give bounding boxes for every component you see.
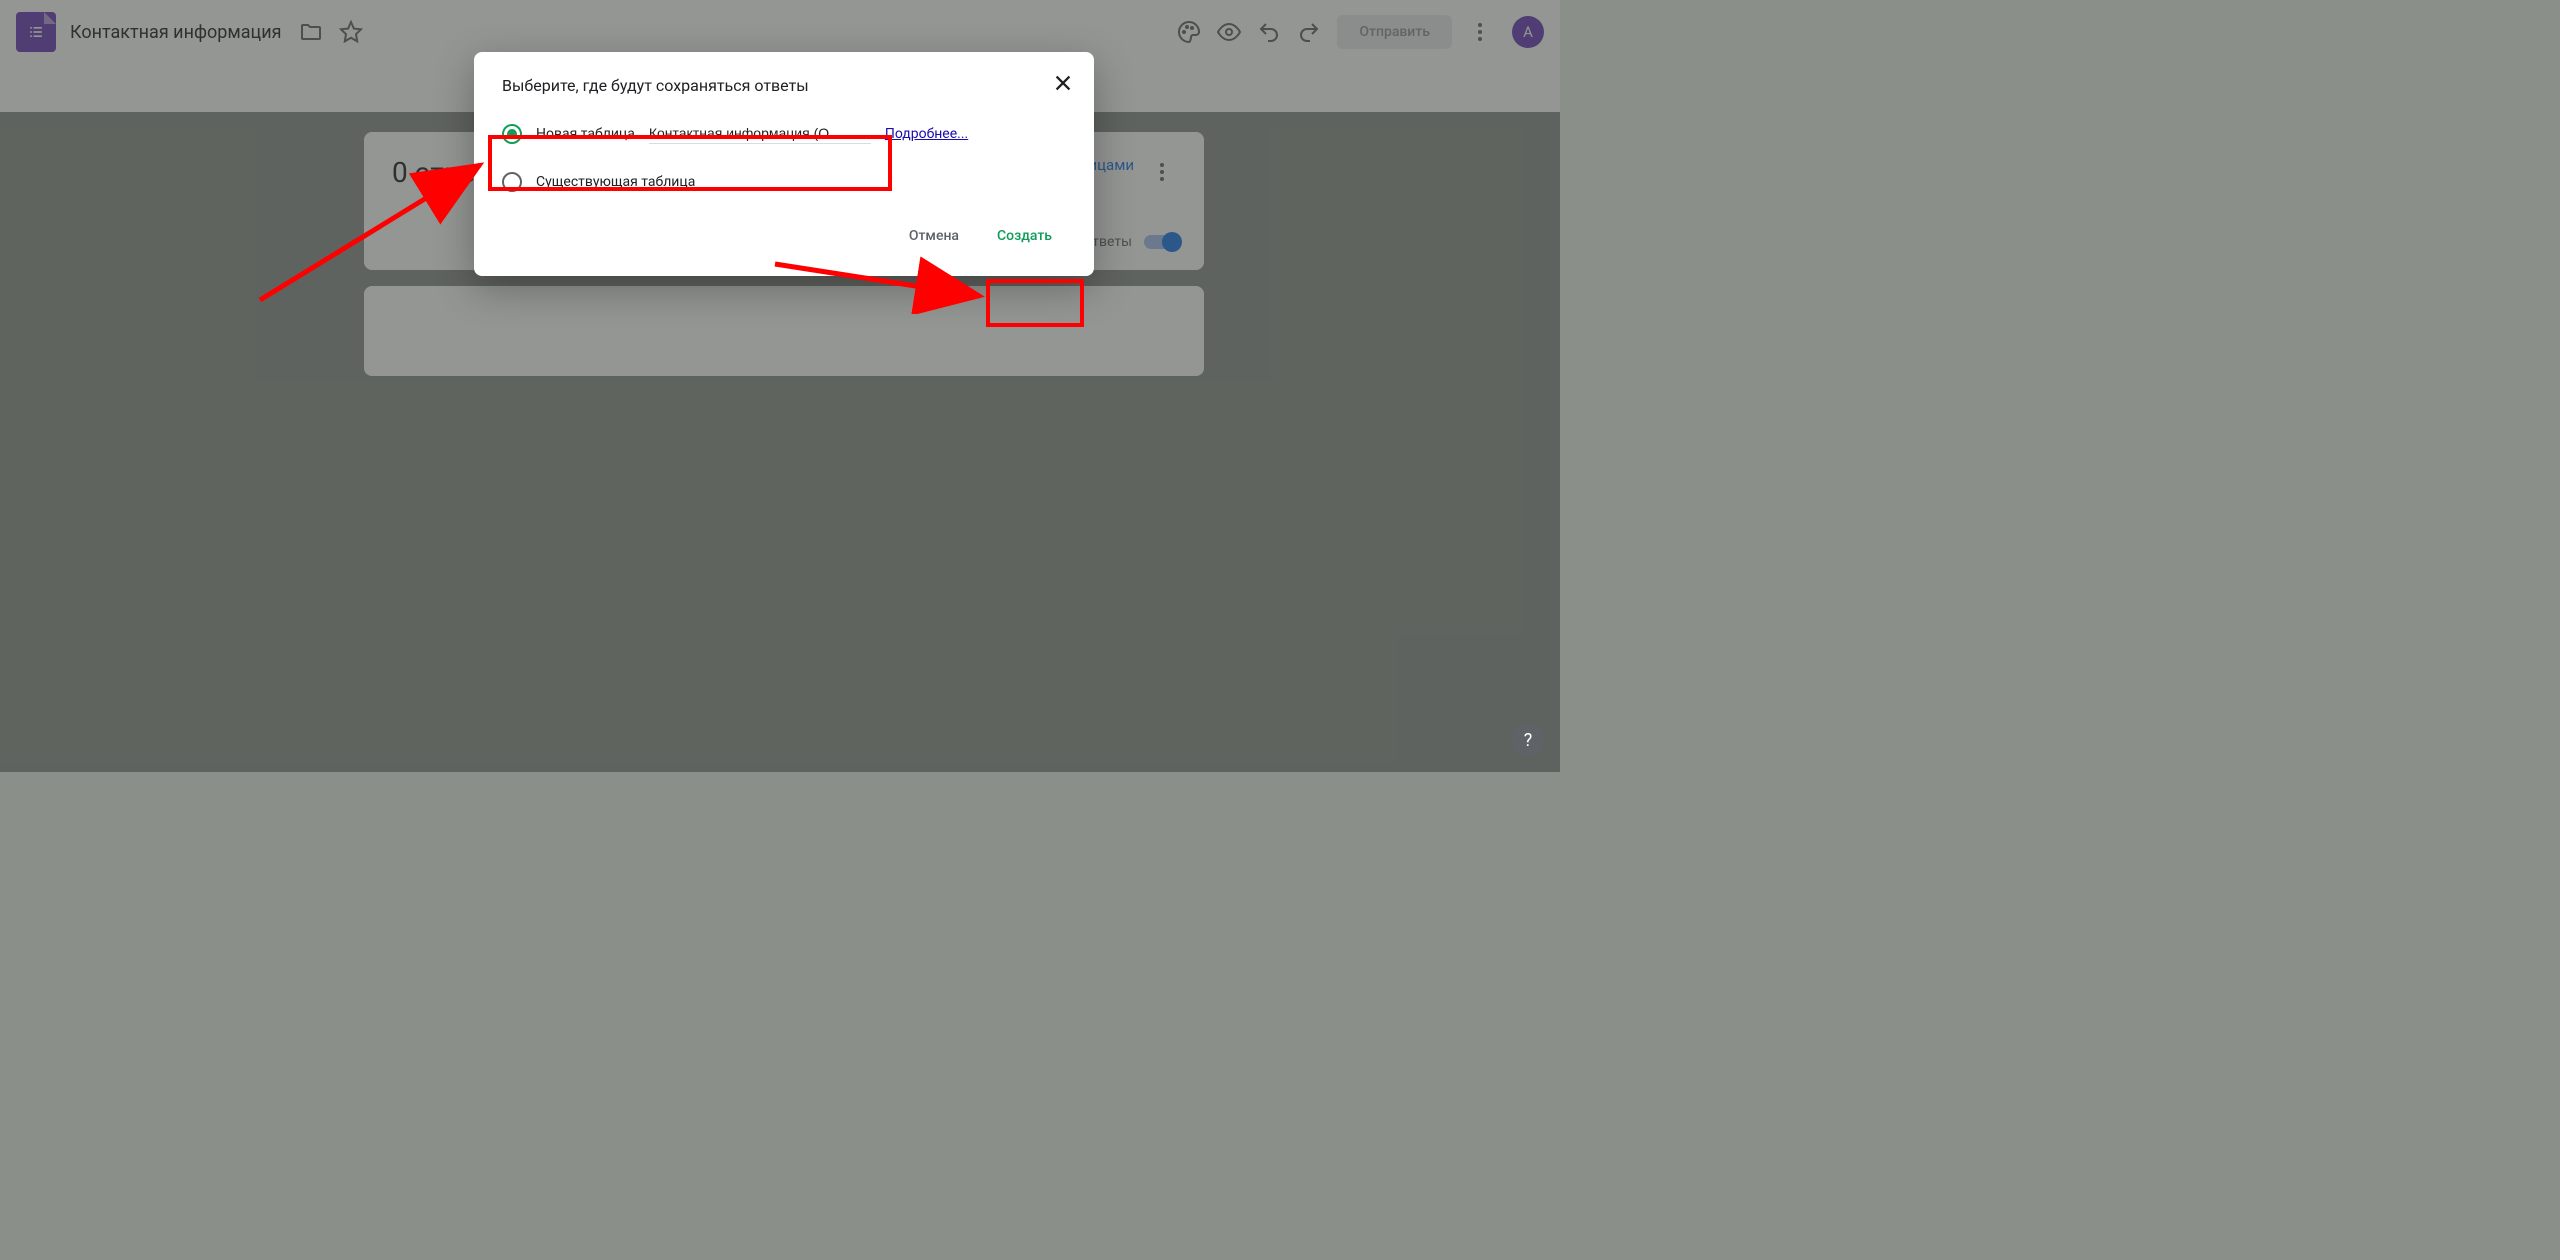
dialog-title: Выберите, где будут сохраняться ответы (502, 76, 1066, 95)
folder-icon[interactable] (291, 12, 331, 52)
doc-title[interactable]: Контактная информация (70, 22, 281, 43)
cancel-button[interactable]: Отмена (895, 220, 973, 252)
learn-more-link[interactable]: Подробнее... (885, 126, 968, 142)
forms-logo-icon[interactable] (16, 12, 56, 52)
close-icon[interactable] (1052, 72, 1074, 98)
radio-selected-icon[interactable] (502, 124, 522, 144)
help-icon[interactable]: ? (1512, 724, 1544, 756)
redo-icon[interactable] (1289, 12, 1329, 52)
account-avatar[interactable]: А (1512, 16, 1544, 48)
responses-more-icon[interactable] (1142, 152, 1182, 192)
option-existing-spreadsheet[interactable]: Существующая таблица (502, 172, 1066, 192)
spreadsheet-name-input[interactable] (649, 123, 871, 144)
response-destination-dialog: Выберите, где будут сохраняться ответы Н… (474, 52, 1094, 276)
create-button[interactable]: Создать (983, 220, 1066, 252)
responses-empty-card (364, 286, 1204, 376)
option-existing-label: Существующая таблица (536, 174, 695, 190)
palette-icon[interactable] (1169, 12, 1209, 52)
send-button[interactable]: Отправить (1337, 15, 1452, 49)
more-vert-icon[interactable] (1460, 12, 1500, 52)
preview-icon[interactable] (1209, 12, 1249, 52)
star-icon[interactable] (331, 12, 371, 52)
dialog-actions: Отмена Создать (502, 220, 1066, 252)
option-new-label: Новая таблица (536, 126, 635, 142)
radio-unselected-icon[interactable] (502, 172, 522, 192)
accept-responses-toggle[interactable] (1144, 235, 1180, 249)
option-new-spreadsheet[interactable]: Новая таблица Подробнее... (502, 123, 1066, 144)
undo-icon[interactable] (1249, 12, 1289, 52)
